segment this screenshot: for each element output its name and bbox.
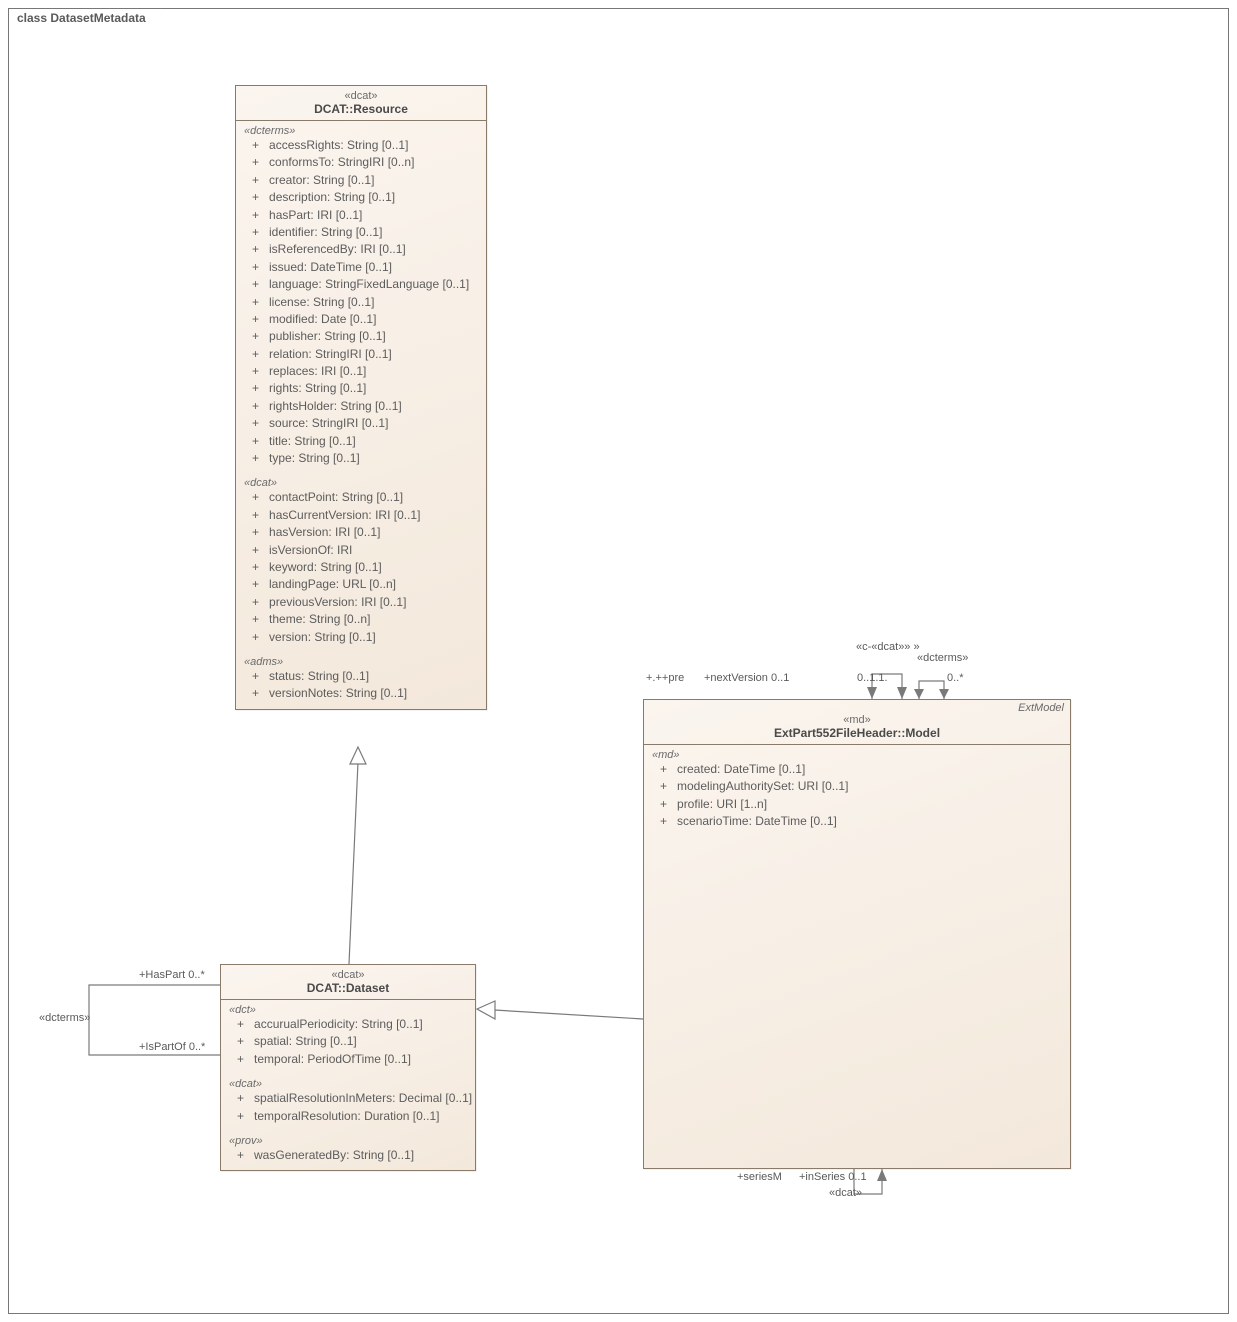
attrs-dcterms: accessRights: String [0..1]conformsTo: S… — [236, 137, 486, 473]
class-header: «md» ExtPart552FileHeader::Model — [644, 700, 1070, 745]
class-name: DCAT::Resource — [242, 102, 480, 116]
group-dcat: «dcat» — [236, 473, 486, 489]
stereotype: «md» — [650, 714, 1064, 726]
attribute: created: DateTime [0..1] — [660, 761, 1062, 778]
label-mult2: 0..* — [947, 672, 964, 684]
attribute: conformsTo: StringIRI [0..n] — [252, 154, 478, 171]
class-ext-model: ExtModel «md» ExtPart552FileHeader::Mode… — [643, 699, 1071, 1169]
attribute: hasVersion: IRI [0..1] — [252, 524, 478, 541]
attribute: version: String [0..1] — [252, 629, 478, 646]
attribute: rightsHolder: String [0..1] — [252, 398, 478, 415]
attribute: description: String [0..1] — [252, 189, 478, 206]
attribute: temporalResolution: Duration [0..1] — [237, 1108, 467, 1125]
stereotype: «dcat» — [242, 90, 480, 102]
attribute: previousVersion: IRI [0..1] — [252, 594, 478, 611]
attribute: isReferencedBy: IRI [0..1] — [252, 241, 478, 258]
attribute: hasCurrentVersion: IRI [0..1] — [252, 507, 478, 524]
label-inseries: +inSeries 0..1 — [799, 1171, 867, 1183]
attribute: license: String [0..1] — [252, 294, 478, 311]
attrs-prov: wasGeneratedBy: String [0..1] — [221, 1147, 475, 1170]
attribute: modified: Date [0..1] — [252, 311, 478, 328]
frame-title-text: class DatasetMetadata — [17, 11, 146, 25]
attribute: versionNotes: String [0..1] — [252, 685, 478, 702]
attrs-dcat: contactPoint: String [0..1]hasCurrentVer… — [236, 489, 486, 652]
attrs-dct: accurualPeriodicity: String [0..1]spatia… — [221, 1016, 475, 1074]
attribute: rights: String [0..1] — [252, 380, 478, 397]
attribute: accessRights: String [0..1] — [252, 137, 478, 154]
label-preplus: +.++pre — [646, 672, 684, 684]
group-dcterms: «dcterms» — [236, 121, 486, 137]
attribute: landingPage: URL [0..n] — [252, 576, 478, 593]
attribute: contactPoint: String [0..1] — [252, 489, 478, 506]
attribute: wasGeneratedBy: String [0..1] — [237, 1147, 467, 1164]
attribute: temporal: PeriodOfTime [0..1] — [237, 1051, 467, 1068]
label-haspart: +HasPart 0..* — [139, 969, 205, 981]
group-dcat: «dcat» — [221, 1074, 475, 1090]
attribute: publisher: String [0..1] — [252, 328, 478, 345]
attribute: source: StringIRI [0..1] — [252, 415, 478, 432]
attribute: isVersionOf: IRI — [252, 542, 478, 559]
attribute: profile: URI [1..n] — [660, 796, 1062, 813]
attribute: language: StringFixedLanguage [0..1] — [252, 276, 478, 293]
attribute: spatialResolutionInMeters: Decimal [0..1… — [237, 1090, 467, 1107]
attribute: accurualPeriodicity: String [0..1] — [237, 1016, 467, 1033]
attrs-dcat: spatialResolutionInMeters: Decimal [0..1… — [221, 1090, 475, 1131]
group-prov: «prov» — [221, 1131, 475, 1147]
label-ispartof: +IsPartOf 0..* — [139, 1041, 205, 1053]
corner-label: ExtModel — [1018, 702, 1064, 714]
class-header: «dcat» DCAT::Resource — [236, 86, 486, 121]
label-dcterms-assoc: «dcterms» — [39, 1012, 90, 1024]
attribute: replaces: IRI [0..1] — [252, 363, 478, 380]
group-adms: «adms» — [236, 652, 486, 668]
class-dcat-dataset: «dcat» DCAT::Dataset «dct» accurualPerio… — [220, 964, 476, 1171]
class-name: DCAT::Dataset — [227, 981, 469, 995]
attribute: modelingAuthoritySet: URI [0..1] — [660, 778, 1062, 795]
attribute: scenarioTime: DateTime [0..1] — [660, 813, 1062, 830]
diagram-frame: class DatasetMetadata «dcat» DCAT::Resou… — [8, 8, 1229, 1314]
group-md: «md» — [644, 745, 1070, 761]
label-nextversion: +nextVersion 0..1 — [704, 672, 789, 684]
label-seriesm: +seriesM — [737, 1171, 782, 1183]
attrs-adms: status: String [0..1]versionNotes: Strin… — [236, 668, 486, 709]
label-dcterms-top: «dcterms» — [917, 652, 968, 664]
attribute: relation: StringIRI [0..1] — [252, 346, 478, 363]
group-dct: «dct» — [221, 1000, 475, 1016]
label-dcat-top: «c-«dcat»» » — [856, 641, 920, 653]
class-header: «dcat» DCAT::Dataset — [221, 965, 475, 1000]
frame-title: class DatasetMetadata — [8, 8, 161, 27]
attribute: type: String [0..1] — [252, 450, 478, 467]
attribute: creator: String [0..1] — [252, 172, 478, 189]
attribute: title: String [0..1] — [252, 433, 478, 450]
attribute: issued: DateTime [0..1] — [252, 259, 478, 276]
stereotype: «dcat» — [227, 969, 469, 981]
class-dcat-resource: «dcat» DCAT::Resource «dcterms» accessRi… — [235, 85, 487, 710]
attribute: spatial: String [0..1] — [237, 1033, 467, 1050]
attribute: status: String [0..1] — [252, 668, 478, 685]
attribute: keyword: String [0..1] — [252, 559, 478, 576]
attrs-md: created: DateTime [0..1]modelingAuthorit… — [644, 761, 1070, 837]
attribute: identifier: String [0..1] — [252, 224, 478, 241]
attribute: hasPart: IRI [0..1] — [252, 207, 478, 224]
label-mult1: 0..1.1. — [857, 672, 888, 684]
class-name: ExtPart552FileHeader::Model — [650, 726, 1064, 740]
label-dcat-bottom: «dcat» — [829, 1187, 862, 1199]
attribute: theme: String [0..n] — [252, 611, 478, 628]
